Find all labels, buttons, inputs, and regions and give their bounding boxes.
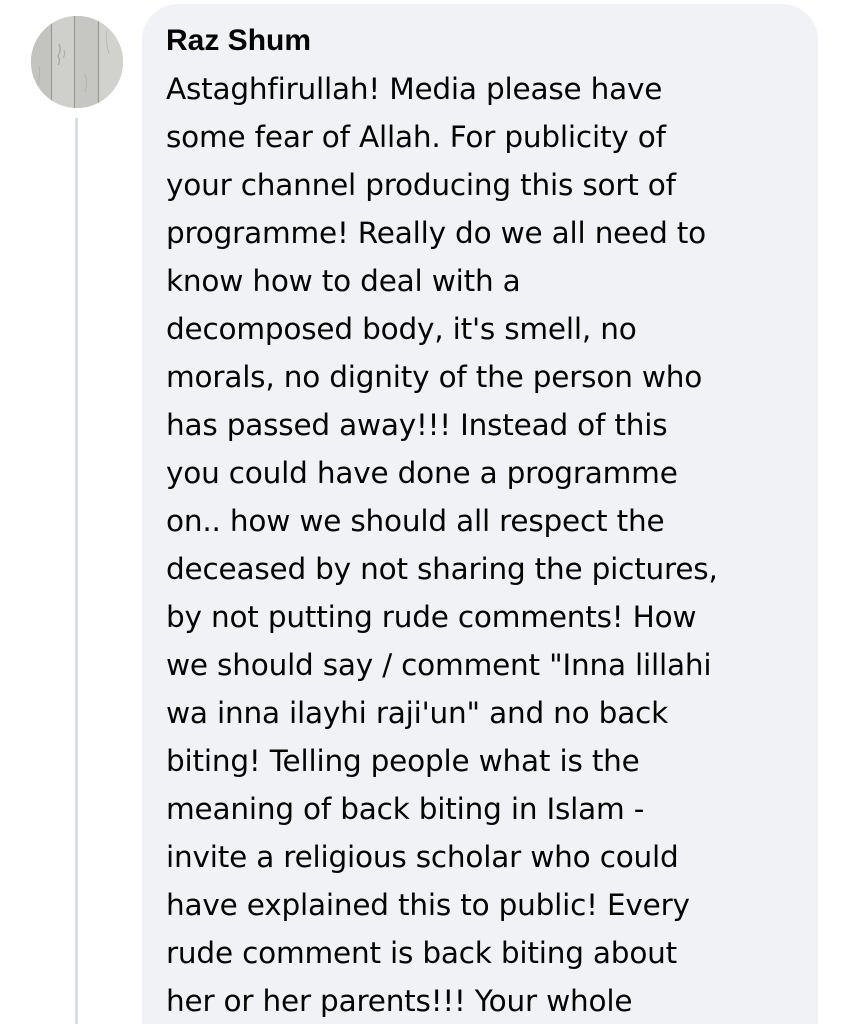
- comment-text-line: rude comment is back biting about: [166, 936, 678, 970]
- comment-text-line: some fear of Allah. For publicity of: [166, 120, 666, 154]
- comment-text-line: on.. how we should all respect the: [166, 504, 665, 538]
- comment-text-line: invite a religious scholar who could: [166, 840, 679, 874]
- comment-text-line: have explained this to public! Every: [166, 888, 690, 922]
- comment-text-line: you could have done a programme: [166, 456, 678, 490]
- comment-text-line: her or her parents!!! Your whole: [166, 984, 633, 1018]
- comment-text-line: biting! Telling people what is the: [166, 744, 640, 778]
- comment-text-line: morals, no dignity of the person who: [166, 360, 703, 394]
- avatar[interactable]: [31, 16, 123, 108]
- comment-text-line: decomposed body, it's smell, no: [166, 312, 637, 346]
- comment-text-line: wa inna ilayhi raji'un" and no back: [166, 696, 668, 730]
- comment-text-line: we should say / comment "Inna lillahi: [166, 648, 712, 682]
- comment-bubble[interactable]: Raz Shum Astaghfirullah! Media please ha…: [142, 4, 818, 1024]
- comment-text-line: know how to deal with a: [166, 264, 521, 298]
- comment-text: Astaghfirullah! Media please have some f…: [166, 65, 798, 1024]
- reply-thread-line: [75, 118, 78, 1024]
- comment-text-line: meaning of back biting in Islam -: [166, 792, 645, 826]
- comment-screen: Raz Shum Astaghfirullah! Media please ha…: [0, 0, 847, 1024]
- comment-text-line: deceased by not sharing the pictures,: [166, 552, 718, 586]
- comment-text-line: programme! Really do we all need to: [166, 216, 707, 250]
- comment-author[interactable]: Raz Shum: [166, 21, 798, 61]
- comment-text-line: by not putting rude comments! How: [166, 600, 697, 634]
- comment-text-line: has passed away!!! Instead of this: [166, 408, 668, 442]
- comment-text-line: your channel producing this sort of: [166, 168, 676, 202]
- comment-text-line: Astaghfirullah! Media please have: [166, 72, 663, 106]
- wood-texture-icon: [31, 16, 123, 108]
